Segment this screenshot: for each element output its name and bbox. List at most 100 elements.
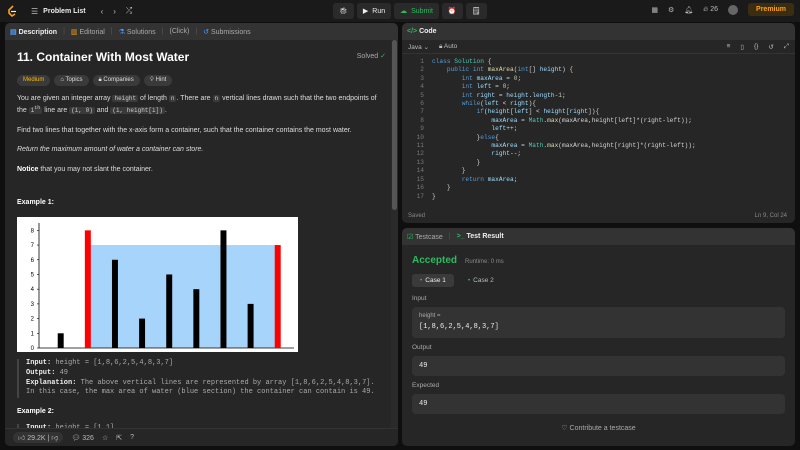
expected-value: 49: [412, 394, 785, 414]
code-text: left++;: [491, 125, 518, 133]
code-line[interactable]: 12 right--;: [402, 150, 795, 158]
code-line[interactable]: 8 maxArea = Math.max(maxArea,height[left…: [402, 117, 795, 125]
language-select[interactable]: Java ⌄: [408, 43, 429, 51]
lock-icon: 🔒︎: [439, 42, 443, 50]
timer-button[interactable]: ⏰: [441, 3, 463, 19]
notification-icon[interactable]: 🔔︎: [684, 6, 693, 14]
fire-icon: 🔥︎: [703, 5, 709, 13]
tag-icon: ⌂: [60, 76, 64, 83]
braces-icon[interactable]: {}: [754, 43, 758, 50]
code-line[interactable]: 9 left++;: [402, 125, 795, 133]
note-icon: 🗒: [471, 8, 481, 15]
bookmark-icon[interactable]: ▯: [740, 43, 744, 51]
code-line[interactable]: 16 }: [402, 184, 795, 192]
run-button[interactable]: ▶ Run: [356, 3, 392, 19]
editor-toolbar: Java ⌄ 🔒︎ Auto ≡ ▯ {} ↺ ⤢: [402, 40, 795, 54]
debug-button[interactable]: 🐞︎: [333, 3, 354, 19]
bar: [111, 259, 118, 348]
notes-button[interactable]: 🗒: [465, 3, 487, 19]
code-line[interactable]: 3 int maxArea = 0;: [402, 75, 795, 83]
layout-icon[interactable]: ▦: [651, 6, 658, 14]
autocomplete-toggle[interactable]: 🔒︎ Auto: [439, 43, 457, 51]
scroll-thumb[interactable]: [392, 40, 397, 210]
param-name: height =: [419, 313, 441, 319]
case-1-tab[interactable]: • Case 1: [412, 274, 454, 287]
y-tick-label: 6: [31, 258, 35, 264]
code-line[interactable]: 4 int left = 0;: [402, 83, 795, 91]
star-icon[interactable]: ☆: [102, 434, 108, 442]
cursor-position: Ln 9, Col 24: [754, 213, 787, 219]
input-label: Input: [412, 295, 427, 302]
comments-button[interactable]: 💬︎ 326: [71, 434, 94, 442]
line-number: 17: [416, 192, 424, 200]
like-button[interactable]: 👍︎ 29.2K | 👎︎: [13, 432, 64, 443]
tab-solutions[interactable]: ⚗ Solutions: [119, 28, 156, 36]
description-scrollbar[interactable]: [391, 40, 398, 428]
tab-test-result[interactable]: >_ Test Result: [457, 233, 504, 240]
shuffle-icon[interactable]: ⤮: [126, 6, 132, 16]
share-icon[interactable]: ⇱: [116, 434, 122, 442]
companies-badge[interactable]: 🔒︎ Companies: [92, 74, 140, 86]
difficulty-badge[interactable]: Medium: [17, 74, 51, 86]
check-circle-icon: ✓: [380, 53, 386, 60]
bug-icon: 🐞︎: [339, 8, 348, 15]
leetcode-logo-icon[interactable]: [6, 5, 18, 17]
code-line[interactable]: 5 int right = height.length-1;: [402, 92, 795, 100]
line-number: 8: [420, 116, 424, 124]
code-line[interactable]: 13 }: [402, 159, 795, 167]
code-line[interactable]: 6 while(left < right){: [402, 100, 795, 108]
problem-list-icon[interactable]: ☰: [31, 7, 38, 16]
topics-badge[interactable]: ⌂ Topics: [54, 74, 89, 86]
tab-editorial[interactable]: ▥ Editorial: [71, 28, 105, 36]
code-line[interactable]: 11 maxArea = Math.max(maxArea,height[rig…: [402, 142, 795, 150]
code-line[interactable]: 14 }: [402, 167, 795, 175]
result-tabs: ☑ Testcase | >_ Test Result: [402, 228, 795, 245]
description-footer: 👍︎ 29.2K | 👎︎ 💬︎ 326 ☆ ⇱ ?: [5, 428, 398, 446]
y-tick-label: 2: [31, 317, 35, 323]
code-editor[interactable]: 1 class Solution {2 public int maxArea(in…: [402, 54, 795, 201]
submit-button[interactable]: ☁ Submit: [394, 3, 439, 19]
expected-label: Expected: [412, 382, 440, 389]
y-tick-label: 0: [31, 346, 35, 352]
book-icon: ▥: [70, 28, 78, 36]
code-line[interactable]: 7 if(height[left] < height[right]){: [402, 108, 795, 116]
code-line[interactable]: 17}: [402, 193, 795, 201]
tab-code[interactable]: </> Code: [407, 28, 437, 35]
contribute-testcase-link[interactable]: ♡ Contribute a testcase: [412, 424, 785, 432]
streak-counter[interactable]: 🔥︎ 26: [703, 6, 718, 14]
prev-problem-icon[interactable]: ‹: [101, 7, 104, 16]
tab-submissions[interactable]: ↺ Submissions: [203, 28, 251, 36]
input-value: [1,8,6,2,5,4,8,3,7]: [419, 323, 499, 331]
document-icon: ▤: [10, 28, 17, 36]
avatar[interactable]: [728, 4, 739, 15]
code-text: class Solution {: [432, 58, 492, 65]
code-text: }: [432, 184, 451, 192]
problem-list-link[interactable]: Problem List: [43, 8, 85, 15]
line-number: 1: [420, 58, 424, 65]
settings-icon[interactable]: ⚙: [668, 6, 674, 14]
lock-icon: 🔒︎: [98, 76, 102, 83]
hint-badge[interactable]: 💡︎ Hint: [143, 74, 173, 86]
example-2-title: Example 2:: [17, 408, 54, 416]
code-line[interactable]: 10 }else{: [402, 134, 795, 142]
tab-click-hint: (Click): [169, 28, 190, 35]
premium-button[interactable]: Premium: [748, 3, 794, 16]
code-text: right--;: [491, 150, 522, 158]
format-icon[interactable]: ≡: [727, 43, 731, 50]
line-number: 3: [420, 74, 424, 82]
tab-testcase[interactable]: ☑ Testcase: [407, 233, 443, 241]
reset-icon[interactable]: ↺: [768, 43, 773, 51]
code-line[interactable]: 1 class Solution {: [402, 58, 795, 66]
fullscreen-icon[interactable]: ⤢: [784, 43, 789, 51]
tab-description[interactable]: ▤ Description: [10, 28, 57, 36]
code-line[interactable]: 15 return maxArea;: [402, 176, 795, 184]
output-value: 49: [412, 356, 785, 376]
next-problem-icon[interactable]: ›: [113, 7, 116, 16]
code-line[interactable]: 2 public int maxArea(int[] height) {: [402, 66, 795, 74]
code-text: int left = 0;: [461, 83, 511, 91]
case-2-tab[interactable]: • Case 2: [460, 274, 502, 287]
description-panel: ▤ Description | ▥ Editorial | ⚗ Solution…: [5, 23, 398, 446]
y-tick-label: 4: [31, 287, 35, 293]
help-icon[interactable]: ?: [130, 434, 134, 441]
line-number: 15: [416, 175, 424, 183]
